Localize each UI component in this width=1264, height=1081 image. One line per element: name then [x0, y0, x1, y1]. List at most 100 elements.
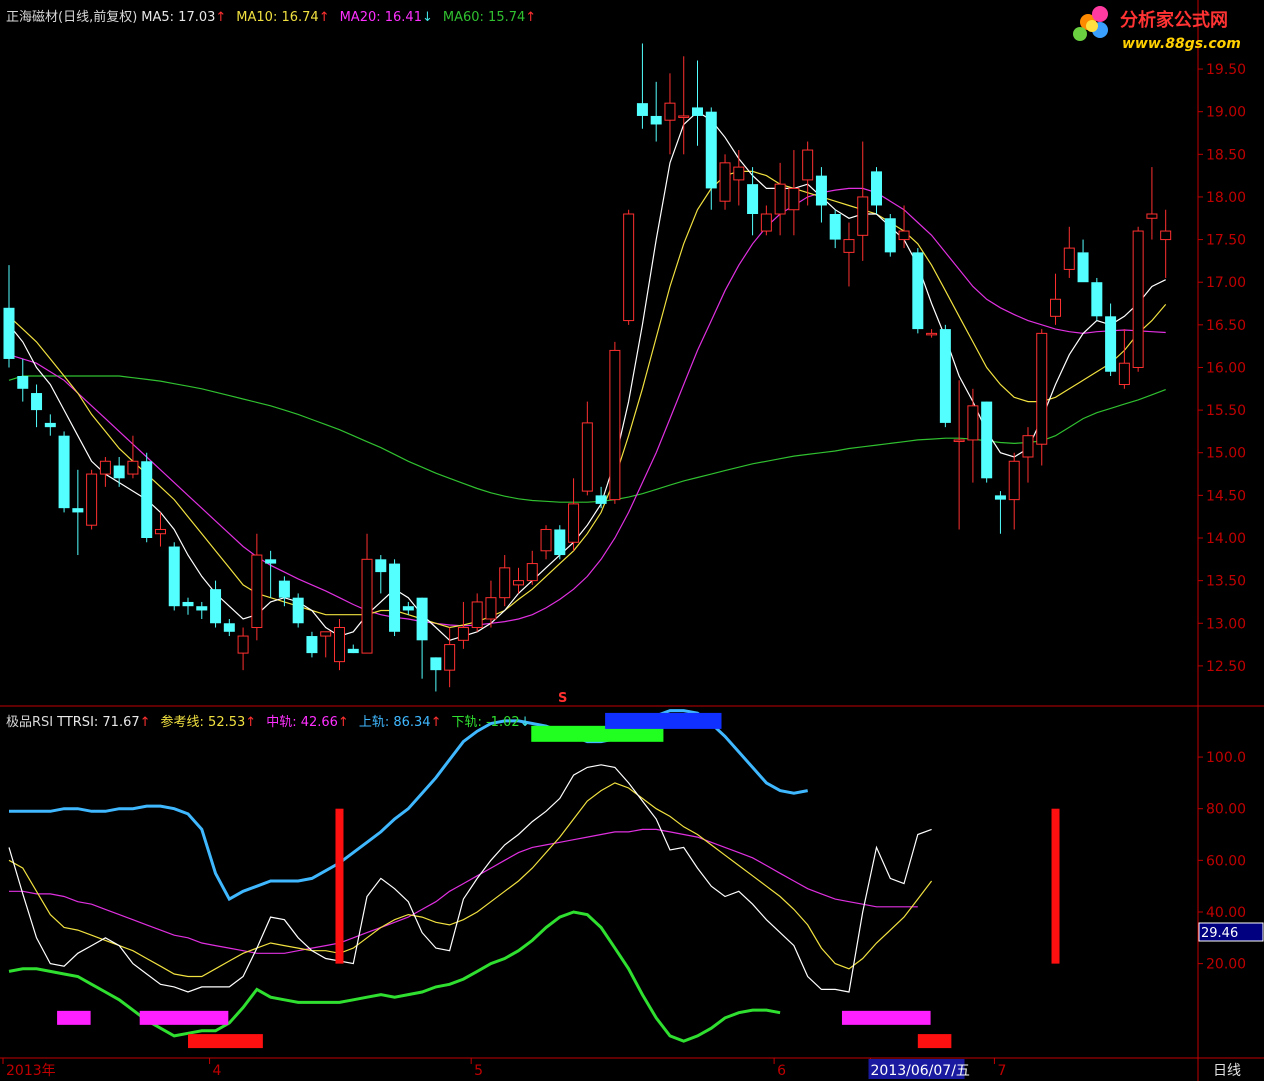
candle-body: [705, 111, 717, 189]
period-label: 日线: [1213, 1063, 1241, 1079]
date-cursor-label: 2013/06/07/五: [871, 1063, 970, 1079]
candle-body: [430, 657, 442, 671]
candle: [333, 619, 345, 671]
indicator-legend-item: TTRSI: 71.67: [57, 715, 140, 730]
ttrsi-line: [8, 764, 932, 993]
logo-brand: 分析家公式网: [1120, 9, 1228, 31]
red-signal-bar: [188, 1034, 263, 1049]
indicator-legend-item: 下轨: -1.02: [451, 715, 520, 730]
candle: [1063, 226, 1075, 278]
candle-body: [623, 213, 635, 322]
candle-body: [44, 422, 56, 428]
candle: [581, 401, 593, 496]
candle-body: [17, 376, 29, 389]
price-tick-label: 17.00: [1206, 275, 1246, 291]
candle-body: [292, 597, 304, 624]
logo-url: www.88gs.com: [1122, 36, 1241, 52]
candle-body: [636, 103, 648, 116]
candle: [1146, 167, 1158, 240]
magenta-signal-bar: [57, 1010, 91, 1025]
candle-body: [1118, 362, 1130, 386]
candle: [540, 525, 552, 560]
date-axis: 2013年 4 5 6 2013/06/07/五 7 日线: [2, 1058, 1241, 1079]
price-legend-item: MA20: 16.41: [339, 10, 422, 25]
candle-body: [994, 495, 1006, 500]
candle: [306, 631, 318, 658]
candle: [251, 533, 263, 641]
candle: [829, 209, 841, 249]
candle: [430, 657, 442, 692]
date-tick-label: 7: [997, 1063, 1006, 1079]
price-tick-label: 14.00: [1206, 531, 1246, 547]
candle-body: [361, 558, 373, 654]
candle-body: [857, 196, 869, 236]
candle-body: [141, 461, 153, 538]
candle-body: [58, 435, 70, 509]
candle: [17, 358, 29, 402]
indicator-tick-label: 80.00: [1206, 802, 1246, 818]
candle-body: [788, 187, 800, 211]
indicator-legend-item: 参考线: 52.53: [160, 715, 246, 730]
candle-body: [512, 580, 524, 586]
price-tick-label: 13.50: [1206, 574, 1246, 590]
candle-body: [113, 465, 125, 479]
indicator-tick-label: 60.00: [1206, 853, 1246, 869]
candle: [788, 150, 800, 236]
candle: [361, 533, 373, 654]
candle: [127, 435, 139, 479]
candle-body: [1022, 435, 1034, 458]
indicator-legend-item: ↓: [519, 715, 531, 730]
indicator-legend-item: ↑: [139, 715, 151, 730]
candle-body: [471, 601, 483, 629]
candle-body: [154, 528, 166, 535]
candle-body: [526, 563, 538, 582]
date-tick-label: 6: [777, 1063, 786, 1079]
candle-body: [981, 401, 993, 479]
price-tick-label: 18.00: [1206, 190, 1246, 206]
candle: [86, 469, 98, 530]
candle: [554, 525, 566, 560]
candle: [237, 627, 249, 671]
candle: [760, 205, 772, 236]
candle-body: [265, 559, 277, 564]
candle: [884, 214, 896, 257]
candle-body: [375, 559, 387, 573]
price-tick-label: 16.50: [1206, 318, 1246, 334]
candle-body: [871, 171, 883, 206]
candle-body: [278, 580, 290, 598]
indicator-lines: [8, 709, 933, 1043]
cursor-value: 29.46: [1201, 926, 1238, 941]
candle-body: [306, 636, 318, 654]
candle-body: [595, 495, 607, 504]
price-tick-label: 13.00: [1206, 616, 1246, 632]
lower-band-line: [8, 910, 781, 1043]
candle: [1050, 273, 1062, 325]
candle-body: [733, 166, 745, 181]
price-tick-label: 12.50: [1206, 659, 1246, 675]
candle-body: [815, 175, 827, 206]
ma5-line: [8, 110, 1166, 641]
flower-icon: [1073, 6, 1108, 41]
candle-body: [210, 589, 222, 624]
candle: [3, 265, 15, 368]
candle: [994, 491, 1006, 534]
indicator-legend-item: ↑: [337, 715, 349, 730]
candle-body: [457, 627, 469, 641]
candle: [912, 248, 924, 334]
price-legend-item: 正海磁材(日线,前复权): [6, 10, 138, 25]
candle-body: [72, 508, 84, 513]
candle-body: [320, 631, 332, 637]
candle-body: [251, 554, 263, 629]
candle: [196, 601, 208, 619]
price-tick-label: 17.50: [1206, 233, 1246, 249]
candle: [168, 542, 180, 611]
price-tick-label: 19.50: [1206, 62, 1246, 78]
candle-body: [402, 606, 414, 611]
candle: [223, 619, 235, 637]
candle-body: [1050, 298, 1062, 317]
candle: [815, 167, 827, 223]
candle-body: [939, 329, 951, 423]
magenta-signal-bar: [841, 1010, 931, 1025]
candle: [1022, 427, 1034, 483]
candle: [733, 150, 745, 206]
